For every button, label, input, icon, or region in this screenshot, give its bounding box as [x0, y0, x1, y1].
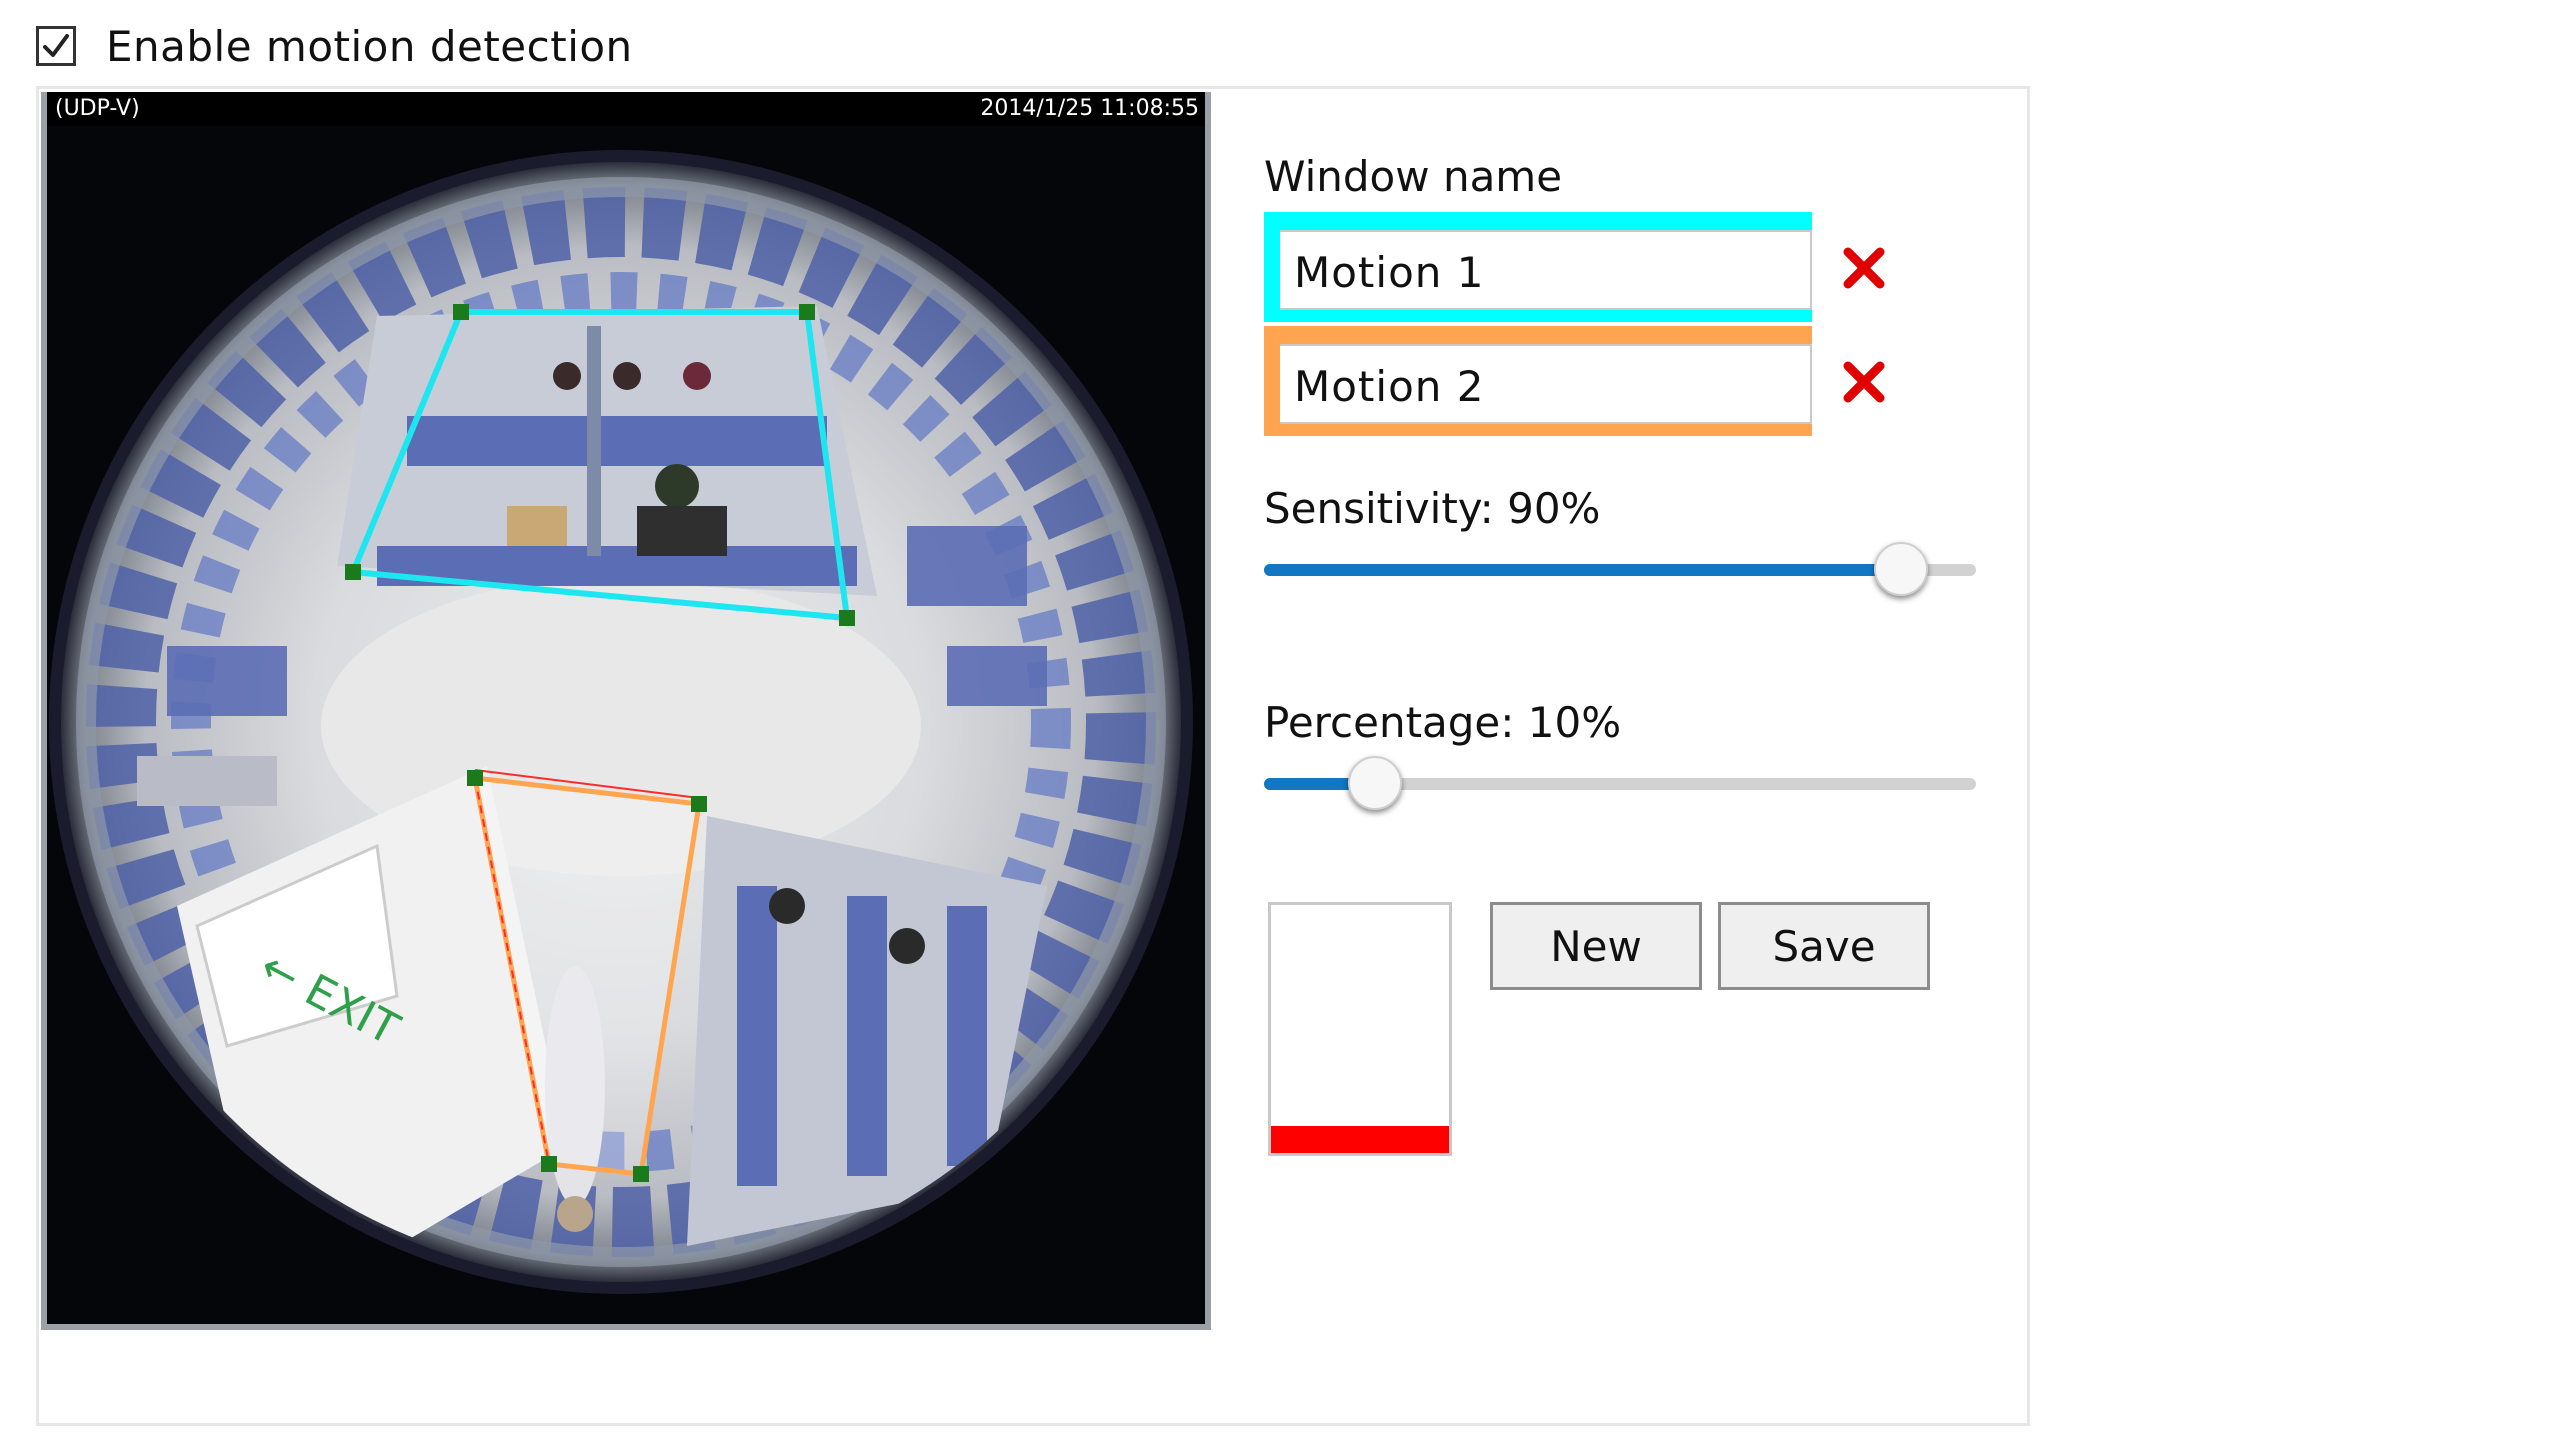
new-button[interactable]: New	[1490, 902, 1702, 990]
fisheye-image[interactable]: ← EXIT	[47, 126, 1205, 1324]
delete-x-icon[interactable]	[1840, 358, 1888, 406]
enable-motion-label: Enable motion detection	[106, 21, 633, 71]
motion-window-1-name: Motion 1	[1294, 248, 1485, 297]
motion-level-meter	[1268, 902, 1452, 1156]
percentage-slider[interactable]	[1264, 754, 1976, 814]
motion-window-2-color-edge	[1264, 326, 1280, 436]
motion-window-2-entry[interactable]: Motion 2	[1264, 326, 1814, 436]
motion-window-2-color-bar	[1264, 326, 1812, 344]
motion-window-2-name: Motion 2	[1294, 362, 1485, 411]
enable-motion-row: Enable motion detection	[36, 18, 633, 74]
sensitivity-label-row: Sensitivity: 90%	[1264, 484, 1600, 533]
delete-x-icon[interactable]	[1840, 244, 1888, 292]
motion-window-1-color-bottom	[1264, 310, 1812, 322]
motion-window-2-handle[interactable]	[541, 1156, 557, 1172]
video-header: (UDP-V) 2014/1/25 11:08:55	[47, 92, 1205, 126]
enable-motion-checkbox[interactable]	[36, 26, 76, 66]
save-button[interactable]: Save	[1718, 902, 1930, 990]
sensitivity-slider[interactable]	[1264, 540, 1976, 600]
motion-window-2-color-bottom	[1264, 424, 1812, 436]
check-icon	[43, 34, 69, 57]
sensitivity-thumb[interactable]	[1874, 542, 1929, 596]
percentage-value: 10%	[1527, 698, 1622, 747]
percentage-label: Percentage:	[1264, 698, 1515, 747]
video-protocol: (UDP-V)	[55, 96, 140, 121]
motion-window-1-entry[interactable]: Motion 1	[1264, 212, 1814, 322]
percentage-label-row: Percentage: 10%	[1264, 698, 1621, 747]
sensitivity-value: 90%	[1507, 484, 1601, 533]
motion-window-1-handle[interactable]	[345, 564, 361, 580]
motion-level-bar	[1271, 1125, 1449, 1153]
motion-window-1-handle[interactable]	[799, 304, 815, 320]
percentage-thumb[interactable]	[1347, 756, 1402, 810]
window-name-label: Window name	[1264, 152, 1563, 201]
motion-window-1-handle[interactable]	[453, 304, 469, 320]
motion-window-1-handle[interactable]	[839, 610, 855, 626]
motion-window-1-color-bar	[1264, 212, 1812, 230]
sensitivity-fill	[1264, 564, 1902, 576]
motion-window-1-color-edge	[1264, 212, 1280, 322]
video-timestamp: 2014/1/25 11:08:55	[980, 96, 1199, 121]
motion-window-2-handle[interactable]	[467, 770, 483, 786]
motion-window-2-handle[interactable]	[633, 1166, 649, 1182]
sensitivity-label: Sensitivity:	[1264, 484, 1494, 533]
camera-video-view[interactable]: (UDP-V) 2014/1/25 11:08:55 ← EXIT	[41, 92, 1211, 1330]
motion-window-2-handle[interactable]	[691, 796, 707, 812]
